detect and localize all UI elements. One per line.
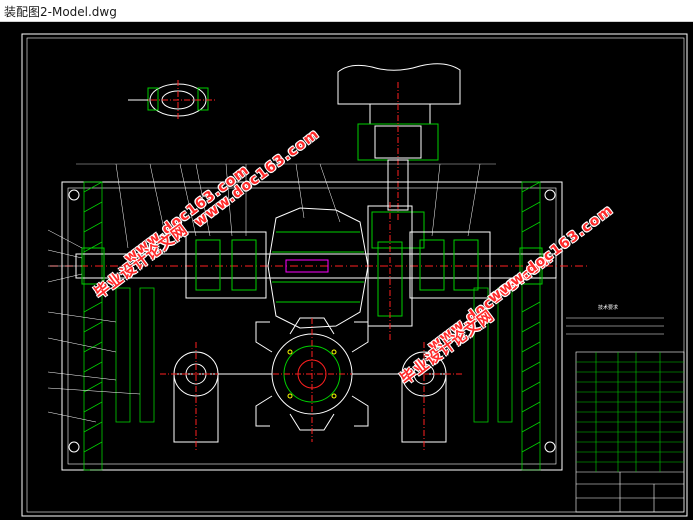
tech-requirements-heading: 技术要求	[598, 305, 619, 311]
cad-drawing	[21, 33, 688, 517]
detail-clamp	[128, 80, 215, 120]
left-wall	[83, 181, 103, 471]
star-wheel	[240, 317, 400, 442]
window-titlebar: 装配图2-Model.dwg	[0, 0, 693, 22]
window-title: 装配图2-Model.dwg	[4, 5, 117, 19]
lower-left-block	[160, 342, 272, 452]
drawing-viewport[interactable]: 技术要求 www.doc163.com 毕业设计论文网 www.doc163.c…	[0, 22, 693, 520]
tech-notes	[566, 317, 664, 335]
title-block	[575, 351, 685, 513]
vertical-gear	[367, 202, 413, 342]
right-wall	[521, 181, 541, 471]
large-gear	[267, 207, 369, 329]
